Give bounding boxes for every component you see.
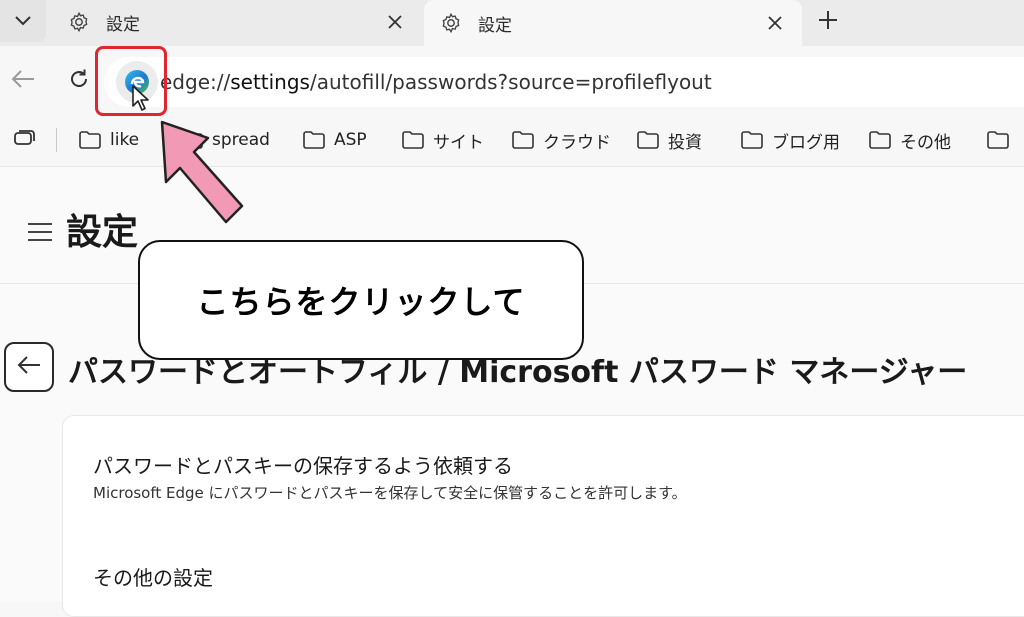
favorite-folder-blog[interactable]: ブログ用 <box>740 126 840 154</box>
favorite-label: サイト <box>433 132 484 153</box>
favorite-folder-cloud[interactable]: クラウド <box>511 126 611 154</box>
close-icon[interactable] <box>762 10 788 36</box>
folder-icon <box>402 131 424 149</box>
back-button[interactable] <box>6 64 40 98</box>
arrow-left-icon <box>16 355 42 379</box>
favorite-label: 投資 <box>668 132 702 153</box>
favorite-label: like <box>110 130 140 150</box>
tab-title: 設定 <box>106 14 140 35</box>
favorite-label: ASP <box>334 130 367 150</box>
back-to-settings-button[interactable] <box>4 342 54 392</box>
pointer-arrow-icon <box>150 112 250 236</box>
gear-icon <box>66 9 92 35</box>
favorite-folder-asp[interactable]: ASP <box>302 126 367 154</box>
favorite-label: ブログ用 <box>772 132 840 153</box>
tab-settings-2[interactable]: 設定 <box>424 0 802 46</box>
arrow-left-icon <box>10 69 36 93</box>
favorite-folder-like[interactable]: like <box>78 126 139 154</box>
folder-icon <box>741 131 763 149</box>
mouse-pointer-icon <box>131 84 151 116</box>
save-passwords-setting-title: パスワードとパスキーの保存するよう依頼する <box>93 454 513 478</box>
favorite-folder-cutoff[interactable] <box>986 126 1018 154</box>
folder-icon <box>869 131 891 149</box>
url-host: settings <box>230 70 310 94</box>
reload-button[interactable] <box>62 64 96 98</box>
refresh-icon <box>67 67 91 95</box>
tab-actions-button[interactable] <box>0 0 46 42</box>
tab-title: 設定 <box>478 15 512 36</box>
save-passwords-setting-description: Microsoft Edge にパスワードとパスキーを保存して安全に保管すること… <box>93 484 687 502</box>
tab-settings-1[interactable]: 設定 <box>52 0 422 44</box>
collections-icon <box>13 129 37 151</box>
close-icon[interactable] <box>382 9 408 35</box>
favorite-folder-other[interactable]: その他 <box>868 126 951 154</box>
gear-icon <box>438 10 464 36</box>
favorite-label: クラウド <box>543 132 611 153</box>
url-prefix: edge:// <box>160 70 231 94</box>
other-settings-heading: その他の設定 <box>93 566 213 590</box>
url-text[interactable]: edge://settings/autofill/passwords?sourc… <box>160 70 712 94</box>
new-tab-button[interactable] <box>810 6 846 38</box>
favorite-label: その他 <box>900 132 951 153</box>
favorite-folder-site[interactable]: サイト <box>401 126 484 154</box>
page-title: 設定 <box>66 212 139 253</box>
hamburger-icon[interactable] <box>26 221 56 247</box>
url-path: /autofill/passwords?source=profileflyout <box>309 70 712 94</box>
settings-card: パスワードとパスキーの保存するよう依頼する Microsoft Edge にパス… <box>62 415 1024 617</box>
favorites-divider <box>56 128 57 152</box>
collections-button[interactable] <box>10 126 40 154</box>
tab-strip: 設定 設定 <box>0 0 1024 46</box>
plus-icon <box>817 9 839 35</box>
address-bar[interactable]: edge://settings/autofill/passwords?sourc… <box>104 57 1024 107</box>
callout-text: こちらをクリックして <box>196 283 526 321</box>
favorite-folder-investment[interactable]: 投資 <box>636 126 702 154</box>
folder-icon <box>79 131 101 149</box>
chevron-down-icon <box>14 12 32 31</box>
instruction-callout: こちらをクリックして <box>138 240 584 360</box>
folder-icon <box>637 131 659 149</box>
folder-icon <box>987 131 1009 149</box>
folder-icon <box>512 131 534 149</box>
folder-icon <box>303 131 325 149</box>
